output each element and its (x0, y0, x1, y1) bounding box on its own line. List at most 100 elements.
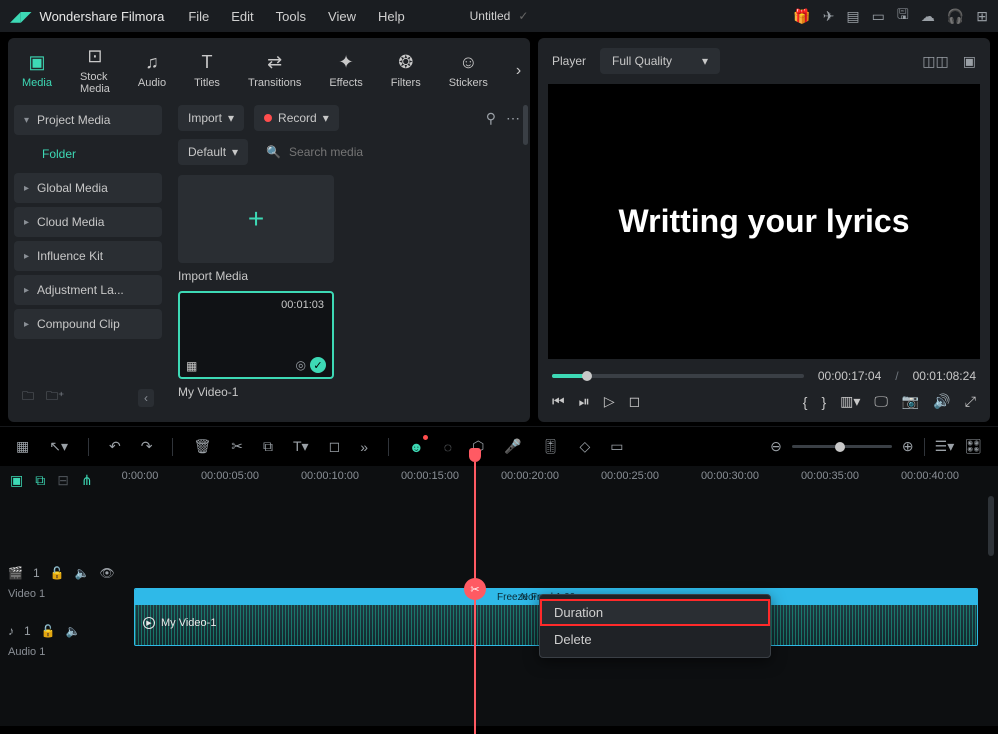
zoom-knob[interactable] (835, 442, 845, 452)
playhead-cap[interactable] (469, 448, 481, 462)
gift-icon[interactable]: 🎁 (793, 8, 810, 25)
send-icon[interactable]: ✈ (823, 8, 835, 25)
menu-help[interactable]: Help (378, 9, 405, 24)
pointer-icon[interactable]: ↖▾ (49, 438, 68, 455)
sidebar-item-global-media[interactable]: ▸Global Media (14, 173, 162, 203)
screen-icon[interactable]: ▭ (872, 8, 885, 25)
playhead[interactable]: ✂ (474, 462, 476, 734)
collapse-sidebar-icon[interactable]: ‹ (138, 389, 154, 407)
sidebar-sub-folder[interactable]: Folder (14, 139, 162, 169)
color-icon[interactable]: ◌ (444, 439, 452, 455)
text-icon[interactable]: T▾ (293, 438, 309, 455)
lock-icon[interactable]: 🔓 (41, 624, 56, 638)
split-icon[interactable]: ✂ (231, 438, 243, 455)
timeline-link-icon[interactable]: ⧉ (35, 472, 45, 489)
sort-button[interactable]: Default▾ (178, 139, 248, 165)
playhead-split-icon[interactable]: ✂ (464, 578, 486, 600)
prev-frame-icon[interactable]: ⏮ (552, 393, 565, 410)
tab-titles[interactable]: TTitles (194, 52, 220, 89)
compare-view-icon[interactable]: ◫◫ (922, 53, 948, 70)
lock-icon[interactable]: 🔓 (50, 566, 65, 580)
play-icon[interactable]: ▷ (604, 393, 615, 410)
library-scrollbar[interactable] (523, 105, 528, 145)
save-icon[interactable]: 🖫 (897, 4, 909, 28)
tabs-more-icon[interactable]: › (516, 62, 521, 80)
player-progress[interactable] (552, 374, 804, 378)
caption-icon[interactable]: ▭ (610, 438, 623, 455)
new-bin-icon[interactable]: 🗀⁺ (46, 387, 64, 408)
zoom-in-icon[interactable]: ⊕ (902, 438, 914, 455)
redo-icon[interactable]: ↷ (141, 438, 153, 455)
new-folder-icon[interactable]: 🗀 (22, 387, 34, 408)
more-tools-icon[interactable]: » (360, 439, 368, 455)
context-item-delete[interactable]: Delete (540, 626, 770, 653)
snapshot-view-icon[interactable]: ▣ (963, 53, 976, 70)
zoom-slider[interactable] (792, 445, 892, 448)
media-clip-tile[interactable]: 00:01:03 ▦ ◎✓ (178, 291, 334, 379)
crop-icon[interactable]: ⧉ (263, 438, 273, 455)
menu-file[interactable]: File (188, 9, 209, 24)
record-button[interactable]: Record▾ (254, 105, 339, 131)
more-icon[interactable]: ⋯ (506, 110, 520, 127)
fullscreen-icon[interactable]: ⤢ (965, 393, 976, 410)
visibility-icon[interactable]: 👁 (100, 566, 115, 580)
stop-icon[interactable]: ◻ (629, 393, 641, 410)
tab-audio[interactable]: ♫Audio (138, 52, 166, 89)
tab-stock-media[interactable]: ⊡Stock Media (80, 46, 110, 95)
mute-icon[interactable]: 🔈 (66, 624, 81, 638)
zoom-out-icon[interactable]: ⊖ (770, 438, 782, 455)
timeline-opt3-icon[interactable]: ⊟ (57, 472, 69, 489)
library-tabs: ▣Media ⊡Stock Media ♫Audio TTitles ⇄Tran… (8, 38, 530, 97)
tab-media[interactable]: ▣Media (22, 52, 52, 89)
tab-effects-label: Effects (329, 77, 362, 89)
volume-icon[interactable]: 🔊 (933, 393, 950, 410)
layout-icon[interactable]: ▤ (846, 8, 859, 25)
menu-view[interactable]: View (328, 9, 356, 24)
sidebar-item-project-media[interactable]: ▾Project Media (14, 105, 162, 135)
timeline-opt1-icon[interactable]: ▣ (10, 472, 23, 489)
mark-in-icon[interactable]: { (803, 394, 808, 410)
keyframe-icon[interactable]: ◇ (580, 438, 591, 455)
ai-tools-icon[interactable]: ☻ (409, 439, 424, 455)
mute-icon[interactable]: 🔈 (75, 566, 90, 580)
ratio-icon[interactable]: ▥▾ (840, 393, 860, 410)
context-item-duration[interactable]: Duration (540, 599, 770, 626)
search-input[interactable] (289, 145, 520, 159)
mixer-icon[interactable]: 🎛 (964, 438, 982, 455)
video-track-icon: 🎬 (8, 566, 23, 580)
audio-mix-icon[interactable]: 🎚 (542, 438, 560, 455)
apps-icon[interactable]: ⊞ (976, 8, 988, 25)
tab-effects[interactable]: ✦Effects (329, 52, 362, 89)
sidebar-item-cloud-media[interactable]: ▸Cloud Media (14, 207, 162, 237)
sidebar-item-adjustment-layer[interactable]: ▸Adjustment La... (14, 275, 162, 305)
tab-transitions[interactable]: ⇄Transitions (248, 52, 301, 89)
timeline-magnet-icon[interactable]: ⋔ (81, 472, 93, 489)
audio-index: 1 (24, 624, 31, 638)
tab-filters[interactable]: ❂Filters (391, 52, 421, 89)
import-media-tile[interactable]: + (178, 175, 334, 263)
display-icon[interactable]: 🖵 (874, 393, 888, 410)
player-viewport[interactable]: Writting your lyrics (548, 84, 980, 359)
sidebar-item-influence-kit[interactable]: ▸Influence Kit (14, 241, 162, 271)
resize-icon[interactable]: ◻ (329, 438, 341, 455)
filter-icon[interactable]: ⚲ (486, 110, 496, 127)
mark-out-icon[interactable]: } (821, 394, 826, 410)
timeline-ruler[interactable]: 0:00:00 00:00:05:00 00:00:10:00 00:00:15… (130, 468, 998, 492)
document-title: Untitled ✓ (470, 9, 529, 23)
progress-knob[interactable] (582, 371, 592, 381)
delete-icon[interactable]: 🗑 (193, 438, 211, 455)
menu-edit[interactable]: Edit (231, 9, 253, 24)
sidebar-item-compound-clip[interactable]: ▸Compound Clip (14, 309, 162, 339)
quality-select[interactable]: Full Quality▾ (600, 48, 720, 74)
import-button[interactable]: Import▾ (178, 105, 244, 131)
menu-tools[interactable]: Tools (276, 9, 306, 24)
track-view-icon[interactable]: ☰▾ (935, 438, 955, 455)
play-pause-icon[interactable]: ⏯ (579, 393, 590, 410)
headphones-icon[interactable]: 🎧 (947, 8, 964, 25)
layout-grid-icon[interactable]: ▦ (16, 438, 29, 455)
tab-stickers[interactable]: ☺Stickers (449, 52, 488, 89)
cloud-icon[interactable]: ☁ (921, 8, 935, 25)
undo-icon[interactable]: ↶ (109, 438, 121, 455)
snapshot-icon[interactable]: 📷 (902, 393, 919, 410)
voiceover-icon[interactable]: 🎤 (504, 438, 521, 455)
